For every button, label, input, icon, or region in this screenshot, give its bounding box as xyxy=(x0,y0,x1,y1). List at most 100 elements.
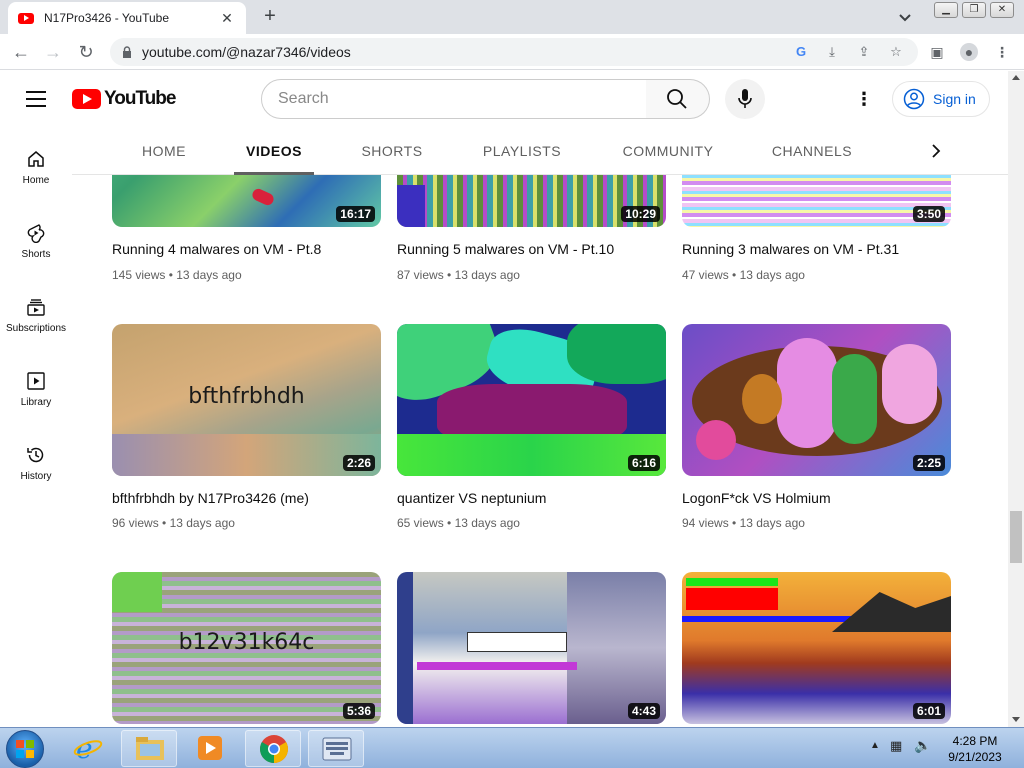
video-title[interactable]: bfthfrbhdh by N17Pro3426 (me) xyxy=(112,490,309,506)
tab-videos[interactable]: VIDEOS xyxy=(234,127,314,175)
video-thumbnail[interactable]: 3:50 xyxy=(682,175,951,227)
address-bar[interactable]: youtube.com/@nazar7346/videos G ⤓ ⇪ ☆ xyxy=(110,38,918,66)
video-grid: 16:17 Running 4 malwares on VM - Pt.8 14… xyxy=(72,175,1008,727)
media-player-icon[interactable] xyxy=(182,730,238,767)
video-title[interactable]: Running 4 malwares on VM - Pt.8 xyxy=(112,241,321,257)
video-thumbnail[interactable]: 6:01 xyxy=(682,572,951,724)
sidebar-item-subscriptions[interactable]: Subscriptions xyxy=(0,275,72,349)
video-duration: 5:36 xyxy=(342,703,375,719)
sidebar: Home Shorts Subscriptions Library Histor… xyxy=(0,127,72,727)
thumbnail-text: bfthfrbhdh xyxy=(188,384,305,409)
video-age: 13 days ago xyxy=(739,268,805,282)
show-hidden-icons-icon[interactable]: ▲ xyxy=(870,740,880,751)
bookmark-star-icon[interactable]: ☆ xyxy=(888,44,904,60)
settings-more-icon[interactable]: ⋮ xyxy=(852,88,876,112)
reload-icon[interactable]: ↻ xyxy=(75,41,97,63)
youtube-logo[interactable]: YouTube xyxy=(72,88,176,110)
tab-playlists[interactable]: PLAYLISTS xyxy=(472,127,572,175)
scrollbar-thumb[interactable] xyxy=(1010,511,1022,563)
hamburger-menu-icon[interactable] xyxy=(26,91,46,107)
internet-explorer-icon[interactable]: e xyxy=(60,730,116,767)
video-thumbnail[interactable]: 2:25 xyxy=(682,324,951,476)
video-age: 13 days ago xyxy=(454,516,520,530)
video-meta: 145 views • 13 days ago xyxy=(112,268,242,282)
profile-avatar-icon[interactable]: ● xyxy=(960,43,978,61)
window-controls: ▁ ❐ ✕ xyxy=(934,2,1014,18)
tab-title: N17Pro3426 - YouTube xyxy=(44,11,169,25)
new-tab-button[interactable]: + xyxy=(258,5,282,29)
sidebar-item-label: Shorts xyxy=(21,249,51,260)
video-title[interactable]: Running 3 malwares on VM - Pt.31 xyxy=(682,241,899,257)
search-button[interactable] xyxy=(646,79,710,119)
video-title[interactable]: quantizer VS neptunium xyxy=(397,490,546,506)
tab-shorts[interactable]: SHORTS xyxy=(352,127,432,175)
sidebar-item-label: History xyxy=(20,471,52,482)
video-age: 13 days ago xyxy=(454,268,520,282)
install-icon[interactable]: ⤓ xyxy=(824,44,840,60)
video-thumbnail[interactable]: 10:29 xyxy=(397,175,666,227)
sidebar-item-history[interactable]: History xyxy=(0,423,72,497)
video-duration: 2:25 xyxy=(912,455,945,471)
video-duration: 16:17 xyxy=(336,206,375,222)
file-explorer-icon[interactable] xyxy=(121,730,177,767)
video-duration: 4:43 xyxy=(627,703,660,719)
video-title[interactable]: Running 5 malwares on VM - Pt.10 xyxy=(397,241,614,257)
voice-search-button[interactable] xyxy=(725,79,765,119)
tab-close-icon[interactable]: ✕ xyxy=(218,10,236,27)
video-views: 87 views xyxy=(397,268,444,282)
video-thumbnail[interactable]: bfthfrbhdh 2:26 xyxy=(112,324,381,476)
browser-tab[interactable]: N17Pro3426 - YouTube ✕ xyxy=(8,2,246,34)
url-text: youtube.com/@nazar7346/videos xyxy=(142,44,351,60)
maximize-button[interactable]: ❐ xyxy=(962,2,986,18)
tab-home[interactable]: HOME xyxy=(128,127,200,175)
search-input[interactable]: Search xyxy=(261,79,647,119)
close-window-button[interactable]: ✕ xyxy=(990,2,1014,18)
tab-channels[interactable]: CHANNELS xyxy=(764,127,860,175)
chevron-right-icon[interactable] xyxy=(924,139,948,163)
on-screen-keyboard-icon[interactable] xyxy=(308,730,364,767)
sign-in-button[interactable]: Sign in xyxy=(892,81,990,117)
volume-muted-icon[interactable]: 🔈 xyxy=(914,737,931,754)
browser-tabstrip: N17Pro3426 - YouTube ✕ + ▁ ❐ ✕ xyxy=(0,0,1024,34)
minimize-button[interactable]: ▁ xyxy=(934,2,958,18)
clock[interactable]: 4:28 PM 9/21/2023 xyxy=(940,733,1010,765)
browser-menu-icon[interactable]: ⋮ xyxy=(993,43,1011,61)
video-title[interactable]: LogonF*ck VS Holmium xyxy=(682,490,831,506)
sidebar-item-library[interactable]: Library xyxy=(0,349,72,423)
sidebar-item-home[interactable]: Home xyxy=(0,127,72,201)
google-icon[interactable]: G xyxy=(793,44,809,60)
sidebar-item-label: Subscriptions xyxy=(5,323,67,334)
start-button[interactable] xyxy=(6,730,44,768)
video-thumbnail[interactable]: 6:16 xyxy=(397,324,666,476)
video-thumbnail[interactable]: b12v31k64c 5:36 xyxy=(112,572,381,724)
sign-in-label: Sign in xyxy=(933,91,976,107)
shorts-icon xyxy=(27,224,45,243)
sidebar-item-label: Library xyxy=(20,397,52,408)
scroll-up-icon[interactable] xyxy=(1012,75,1020,80)
video-thumbnail[interactable]: 16:17 xyxy=(112,175,381,227)
clock-date: 9/21/2023 xyxy=(948,750,1002,764)
network-icon[interactable]: ▦ xyxy=(890,738,902,754)
sidebar-item-shorts[interactable]: Shorts xyxy=(0,201,72,275)
tab-community[interactable]: COMMUNITY xyxy=(612,127,724,175)
side-panel-icon[interactable]: ▣ xyxy=(928,43,946,61)
video-duration: 10:29 xyxy=(621,206,660,222)
page-scrollbar[interactable] xyxy=(1008,71,1024,727)
library-icon xyxy=(27,372,45,390)
video-meta: 94 views • 13 days ago xyxy=(682,516,805,530)
video-views: 47 views xyxy=(682,268,729,282)
video-duration: 6:01 xyxy=(912,703,945,719)
home-icon xyxy=(28,151,44,167)
video-thumbnail[interactable]: 4:43 xyxy=(397,572,666,724)
back-arrow-icon[interactable]: ← xyxy=(10,41,32,63)
share-icon[interactable]: ⇪ xyxy=(856,44,872,60)
video-duration: 2:26 xyxy=(342,455,375,471)
tab-search-chevron-icon[interactable] xyxy=(896,8,914,26)
forward-arrow-icon[interactable]: → xyxy=(42,41,64,63)
scroll-down-icon[interactable] xyxy=(1012,717,1020,722)
chrome-icon[interactable] xyxy=(245,730,301,767)
video-meta: 47 views • 13 days ago xyxy=(682,268,805,282)
clock-time: 4:28 PM xyxy=(952,734,998,748)
account-circle-icon xyxy=(903,88,925,110)
thumbnail-text: b12v31k64c xyxy=(178,630,315,655)
